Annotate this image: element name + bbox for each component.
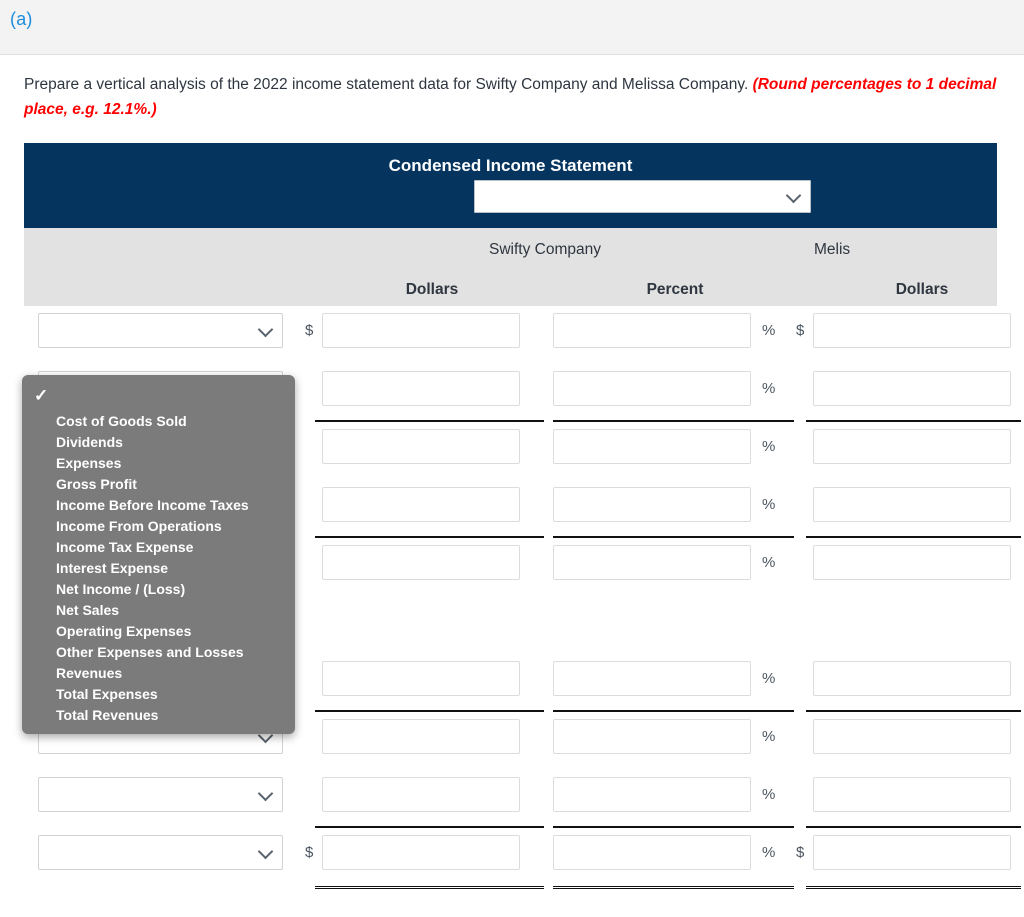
percent-sign-swifty: % [762,322,776,339]
dropdown-option[interactable]: Income Before Income Taxes [22,495,295,516]
dropdown-option[interactable]: Cost of Goods Sold [22,411,295,432]
percent-input-swifty[interactable] [553,835,751,870]
dropdown-option-label: Gross Profit [56,476,137,492]
statement-title-band: Condensed Income Statement [24,143,997,228]
dropdown-option-label: Dividends [56,434,123,450]
column-header-percent-swifty: Percent [646,281,704,298]
percent-sign-swifty: % [762,670,776,687]
dollars-input-melissa[interactable] [813,371,1011,406]
part-header-bar: (a) [0,0,1024,55]
percent-sign-swifty: % [762,728,776,745]
percent-sign-swifty: % [762,438,776,455]
dollars-input-melissa[interactable] [813,719,1011,754]
percent-sign-swifty: % [762,786,776,803]
dropdown-option[interactable]: Income Tax Expense [22,537,295,558]
dropdown-option[interactable]: Gross Profit [22,474,295,495]
percent-input-swifty[interactable] [553,313,751,348]
percent-input-swifty[interactable] [553,371,751,406]
percent-input-swifty[interactable] [553,661,751,696]
total-double-rule [315,886,544,890]
dropdown-option[interactable]: ✓ [22,381,295,411]
percent-input-swifty[interactable] [553,429,751,464]
dollars-input-melissa[interactable] [813,545,1011,580]
total-double-rule [806,886,1021,890]
check-icon: ✓ [34,386,49,405]
dollars-input-swifty[interactable] [322,719,520,754]
chevron-down-icon [785,187,802,203]
dropdown-option-label: Cost of Goods Sold [56,413,187,429]
dropdown-option-label: Revenues [56,665,123,681]
dropdown-option[interactable]: Net Income / (Loss) [22,579,295,600]
chevron-down-icon [257,785,274,801]
dropdown-option-label: Income From Operations [56,518,222,534]
dollars-input-swifty[interactable] [322,777,520,812]
chevron-down-icon [257,843,274,859]
percent-input-swifty[interactable] [553,777,751,812]
dropdown-option-label: Total Expenses [56,686,158,702]
account-select[interactable] [38,313,283,348]
dropdown-option-label: Income Tax Expense [56,539,194,555]
dollars-input-swifty[interactable] [322,371,520,406]
table-row: $% $ [24,306,1011,364]
dropdown-option-label: Total Revenues [56,707,159,723]
chevron-down-icon [257,321,274,337]
dollars-input-swifty[interactable] [322,313,520,348]
percent-input-swifty[interactable] [553,719,751,754]
account-dropdown-menu[interactable]: ✓ Cost of Goods Sold Dividends Expenses Gros… [22,375,295,734]
dropdown-option[interactable]: Income From Operations [22,516,295,537]
instruction-main: Prepare a vertical analysis of the 2022 … [24,76,753,93]
dollars-input-melissa[interactable] [813,777,1011,812]
total-double-rule [553,886,794,890]
dropdown-option[interactable]: Net Sales [22,600,295,621]
column-header-dollars-melissa: Dollars [895,281,949,298]
table-row: % [24,770,1021,828]
account-select[interactable] [38,835,283,870]
dollar-sign-swifty: $ [305,844,314,861]
company-name-melissa: Melis [814,241,851,258]
dropdown-option-label: Net Income / (Loss) [56,581,186,597]
part-label: (a) [10,9,33,29]
table-row: $% $ [24,828,1021,889]
dropdown-option-label: Net Sales [56,602,120,618]
percent-sign-swifty: % [762,380,776,397]
dollars-input-melissa[interactable] [813,429,1011,464]
dollar-sign-swifty: $ [305,322,314,339]
dropdown-option-label: Income Before Income Taxes [56,497,249,513]
dollars-input-swifty[interactable] [322,487,520,522]
percent-sign-swifty: % [762,844,776,861]
dropdown-option-label: Interest Expense [56,560,169,576]
column-header-dollars-swifty: Dollars [405,281,459,298]
dropdown-option[interactable]: Interest Expense [22,558,295,579]
dollars-input-melissa[interactable] [813,661,1011,696]
period-select[interactable] [474,180,811,213]
dropdown-option[interactable]: Dividends [22,432,295,453]
dollars-input-swifty[interactable] [322,429,520,464]
dollar-sign-melissa: $ [796,844,805,861]
dropdown-option-label: Other Expenses and Losses [56,644,244,660]
dollars-input-melissa[interactable] [813,487,1011,522]
dropdown-option[interactable]: Total Expenses [22,684,295,705]
dropdown-option-label: Operating Expenses [56,623,192,639]
percent-sign-swifty: % [762,496,776,513]
dropdown-option[interactable]: Total Revenues [22,705,295,726]
dropdown-option[interactable]: Other Expenses and Losses [22,642,295,663]
dollar-sign-melissa: $ [796,322,805,339]
percent-input-swifty[interactable] [553,487,751,522]
dropdown-option[interactable]: Operating Expenses [22,621,295,642]
dropdown-option-label: Expenses [56,455,122,471]
dollars-input-swifty[interactable] [322,835,520,870]
company-name-swifty: Swifty Company [489,241,601,258]
dollars-input-swifty[interactable] [322,661,520,696]
dropdown-option[interactable]: Expenses [22,453,295,474]
column-header-band: Swifty Company Melis Dollars Percent Dol… [24,228,997,306]
dollars-input-melissa[interactable] [813,313,1011,348]
instruction-text: Prepare a vertical analysis of the 2022 … [24,72,1000,122]
statement-title: Condensed Income Statement [388,156,633,175]
account-select[interactable] [38,777,283,812]
dropdown-option[interactable]: Revenues [22,663,295,684]
dollars-input-melissa[interactable] [813,835,1011,870]
dollars-input-swifty[interactable] [322,545,520,580]
percent-input-swifty[interactable] [553,545,751,580]
percent-sign-swifty: % [762,554,776,571]
